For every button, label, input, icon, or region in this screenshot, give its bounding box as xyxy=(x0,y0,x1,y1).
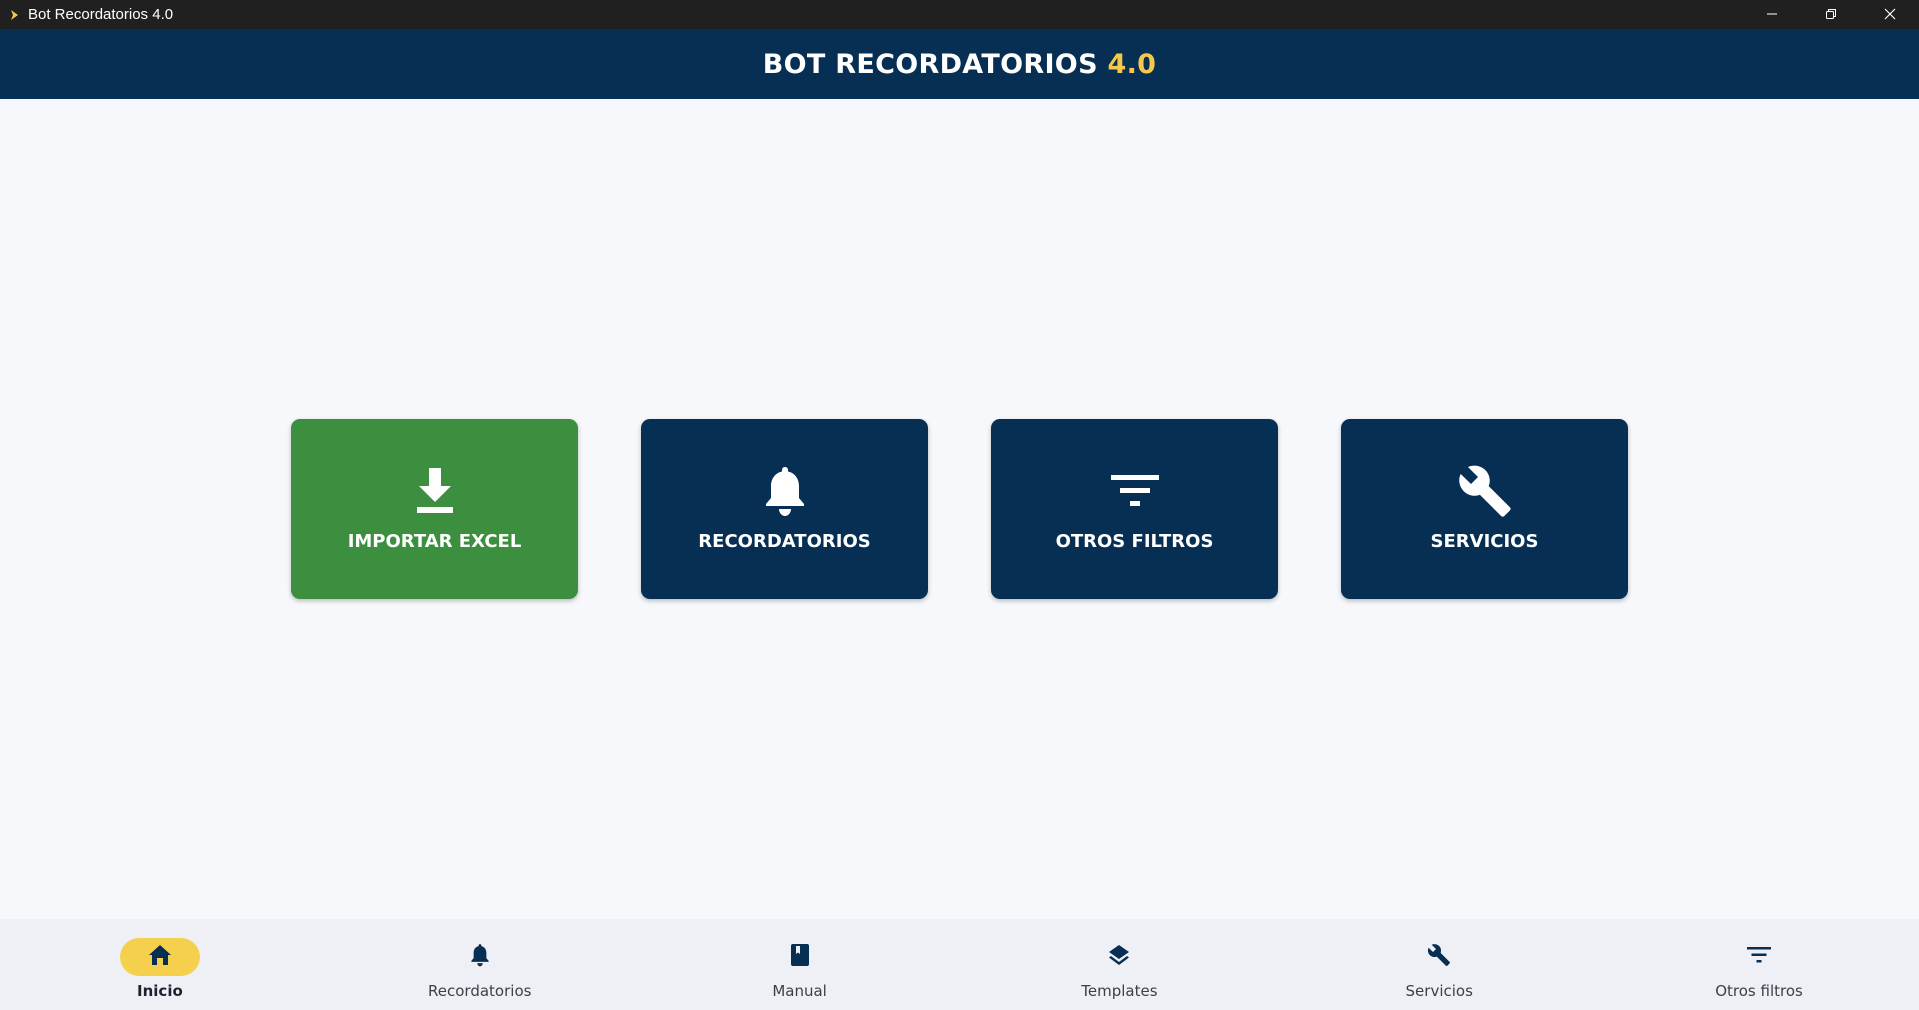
home-content: IMPORTAR EXCEL RECORDATORIOS OTROS FILTR… xyxy=(0,99,1919,919)
recordatorios-card[interactable]: RECORDATORIOS xyxy=(641,419,928,599)
nav-label-recordatorios: Recordatorios xyxy=(428,982,532,1000)
filter-icon xyxy=(1110,463,1159,519)
nav-item-otros-filtros[interactable]: Otros filtros xyxy=(1599,919,1919,1010)
app-header: BOT RECORDATORIOS 4.0 xyxy=(0,29,1919,99)
nav-icon-holder xyxy=(1399,938,1479,976)
minimize-icon xyxy=(1766,5,1778,24)
servicios-card[interactable]: SERVICIOS xyxy=(1341,419,1628,599)
recordatorios-label: RECORDATORIOS xyxy=(698,531,871,552)
window-titlebar[interactable]: Bot Recordatorios 4.0 xyxy=(0,0,1919,29)
home-icon xyxy=(148,944,172,970)
app-title: BOT RECORDATORIOS 4.0 xyxy=(763,49,1157,80)
import-excel-label: IMPORTAR EXCEL xyxy=(347,531,522,552)
close-icon xyxy=(1884,5,1896,24)
wrench-icon xyxy=(1427,943,1451,971)
nav-label-servicios: Servicios xyxy=(1405,982,1473,1000)
nav-icon-holder xyxy=(1719,938,1799,976)
import-excel-card[interactable]: IMPORTAR EXCEL xyxy=(291,419,578,599)
nav-item-servicios[interactable]: Servicios xyxy=(1279,919,1599,1010)
nav-item-recordatorios[interactable]: Recordatorios xyxy=(320,919,640,1010)
play-arrow-icon xyxy=(4,0,26,29)
bottom-navigation: Inicio Recordatorios Manual Templates Se… xyxy=(0,919,1919,1010)
filter-icon xyxy=(1747,946,1772,968)
window-controls xyxy=(1742,0,1919,29)
nav-label-manual: Manual xyxy=(772,982,827,1000)
nav-label-otros-filtros: Otros filtros xyxy=(1715,982,1803,1000)
app-title-main: BOT RECORDATORIOS xyxy=(762,48,1098,80)
minimize-button[interactable] xyxy=(1742,0,1801,29)
nav-active-indicator xyxy=(119,938,200,976)
nav-label-inicio: Inicio xyxy=(137,982,183,1000)
servicios-label: SERVICIOS xyxy=(1430,531,1539,552)
close-button[interactable] xyxy=(1860,0,1919,29)
nav-icon-holder xyxy=(1079,938,1159,976)
app-title-version: 4.0 xyxy=(1107,48,1157,80)
nav-item-inicio[interactable]: Inicio xyxy=(0,919,320,1010)
nav-icon-holder xyxy=(440,938,520,976)
bell-icon xyxy=(470,943,490,971)
book-icon xyxy=(790,943,810,971)
restore-icon xyxy=(1825,5,1837,24)
bell-icon xyxy=(763,463,807,519)
wrench-icon xyxy=(1457,463,1513,519)
nav-label-templates: Templates xyxy=(1081,982,1158,1000)
nav-icon-holder xyxy=(760,938,840,976)
layers-icon xyxy=(1107,943,1131,971)
window-title: Bot Recordatorios 4.0 xyxy=(28,6,174,23)
download-icon xyxy=(415,463,455,519)
nav-item-manual[interactable]: Manual xyxy=(640,919,960,1010)
nav-item-templates[interactable]: Templates xyxy=(959,919,1279,1010)
otros-filtros-label: OTROS FILTROS xyxy=(1055,531,1214,552)
restore-button[interactable] xyxy=(1801,0,1860,29)
otros-filtros-card[interactable]: OTROS FILTROS xyxy=(991,419,1278,599)
